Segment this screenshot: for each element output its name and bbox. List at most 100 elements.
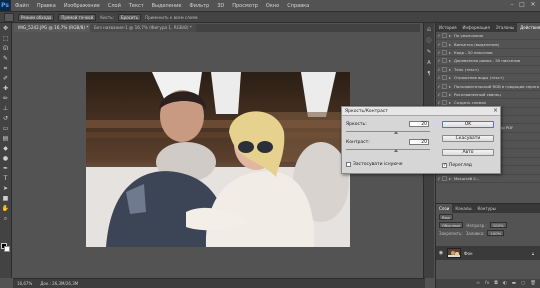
eyedropper-tool-icon[interactable]: ✐ bbox=[1, 74, 11, 83]
action-row[interactable]: ✓ ▸ Виньетка (выделение) bbox=[436, 40, 540, 49]
dialog-toggle-box[interactable] bbox=[442, 83, 447, 89]
menu-type[interactable]: Текст bbox=[125, 3, 148, 9]
action-row[interactable]: ✓ ▸ Деревянная рамка - 50 пикселов bbox=[436, 57, 540, 66]
action-row[interactable]: ✓ ▸ Расплавленный свинец bbox=[436, 91, 540, 100]
lasso-tool-icon[interactable]: ᘏ bbox=[1, 44, 11, 53]
path-select-tool-icon[interactable]: ➤ bbox=[1, 184, 11, 193]
brightness-slider-track[interactable] bbox=[346, 131, 430, 132]
menu-file[interactable]: Файл bbox=[11, 3, 33, 9]
fx-icon[interactable]: fx bbox=[485, 281, 489, 286]
dialog-toggle-box[interactable] bbox=[442, 66, 447, 72]
secondary-select[interactable]: Бросить bbox=[117, 13, 142, 21]
menu-image[interactable]: Изображение bbox=[60, 3, 104, 9]
ok-button[interactable]: OK bbox=[442, 121, 494, 128]
menu-layer[interactable]: Слой bbox=[104, 3, 125, 9]
paragraph-panel-icon[interactable]: ¶ bbox=[425, 70, 433, 78]
blend-mode-select[interactable]: Обычные bbox=[439, 222, 464, 228]
adjustment-layer-icon[interactable]: ◐ bbox=[503, 281, 507, 286]
delete-layer-icon[interactable]: 🗑︎ bbox=[530, 281, 536, 286]
history-panel-icon[interactable]: ⎌ bbox=[425, 26, 433, 34]
character-panel-icon[interactable]: A bbox=[425, 59, 433, 67]
crop-tool-icon[interactable]: ⌗ bbox=[1, 64, 11, 73]
cancel-button[interactable]: Скасувати bbox=[442, 135, 494, 142]
tab-actions[interactable]: Действия bbox=[517, 23, 540, 32]
legacy-checkbox[interactable] bbox=[346, 162, 351, 167]
tab-swatches[interactable]: Эталоны bbox=[493, 23, 517, 32]
dialog-title-bar[interactable]: Яркость/Контраст × bbox=[342, 107, 500, 116]
menu-help[interactable]: Справка bbox=[283, 3, 313, 9]
tab-channels[interactable]: Каналы bbox=[452, 204, 474, 213]
blur-tool-icon[interactable]: ◆ bbox=[1, 144, 11, 153]
preview-checkbox[interactable]: ✓ bbox=[442, 163, 447, 168]
dialog-toggle-box[interactable] bbox=[442, 41, 447, 47]
hand-tool-icon[interactable]: ✋ bbox=[1, 204, 11, 213]
close-icon[interactable]: × bbox=[493, 107, 498, 115]
document-tab[interactable]: IMG_5242.JPG @ 16,7% (RGB/8) * bbox=[14, 24, 93, 32]
action-row[interactable]: ✓ ▸ Отражение воды (текст) bbox=[436, 74, 540, 83]
dodge-tool-icon[interactable]: ● bbox=[1, 154, 11, 163]
link-layers-icon[interactable]: ∞ bbox=[476, 281, 480, 286]
action-row[interactable]: ✓ ▸ Пользовательский RGB в градации серого bbox=[436, 82, 540, 91]
zoom-level[interactable]: 16,67% bbox=[17, 281, 32, 286]
pen-tool-icon[interactable]: ✒ bbox=[1, 164, 11, 173]
action-row[interactable]: ✓ ▸ Тень (текст) bbox=[436, 66, 540, 74]
brush-panel-icon[interactable]: ✎ bbox=[425, 48, 433, 56]
new-layer-icon[interactable]: ▢ bbox=[521, 281, 525, 286]
dialog-toggle-box[interactable] bbox=[442, 175, 447, 181]
add-mask-icon[interactable]: ◘ bbox=[494, 281, 498, 286]
menu-select[interactable]: Выделение bbox=[148, 3, 186, 9]
menu-edit[interactable]: Правка bbox=[33, 3, 60, 9]
type-tool-icon[interactable]: T bbox=[1, 174, 11, 183]
dialog-toggle-box[interactable] bbox=[442, 58, 447, 64]
menu-view[interactable]: Просмотр bbox=[228, 3, 262, 9]
dialog-toggle-box[interactable] bbox=[442, 75, 447, 81]
document-photo[interactable] bbox=[86, 72, 350, 247]
clone-stamp-tool-icon[interactable]: ⊥ bbox=[1, 104, 11, 113]
all-layers-checkbox[interactable]: Применить к всем слоям bbox=[145, 15, 197, 20]
action-row[interactable]: ✓ ▸ Масштаб 2... bbox=[436, 175, 540, 184]
layer-row-background[interactable]: ◉ Фон 🔒︎ bbox=[436, 246, 540, 260]
action-row[interactable]: ✓ ▸ По умолчанию bbox=[436, 32, 540, 41]
eraser-tool-icon[interactable]: ▭ bbox=[1, 124, 11, 133]
brush-tool-icon[interactable]: ✏ bbox=[1, 94, 11, 103]
auto-button[interactable]: Авто bbox=[442, 149, 494, 156]
fill-field[interactable]: 100% bbox=[487, 230, 505, 236]
contrast-input[interactable]: 20 bbox=[409, 139, 429, 145]
contrast-slider-track[interactable] bbox=[346, 149, 430, 150]
tab-paths[interactable]: Контуры bbox=[474, 204, 498, 213]
background-color-swatch[interactable] bbox=[4, 246, 10, 252]
tab-info[interactable]: Информация bbox=[460, 23, 493, 32]
brightness-input[interactable]: 20 bbox=[409, 121, 429, 127]
gradient-tool-icon[interactable]: ▤ bbox=[1, 134, 11, 143]
mode-value-select[interactable]: Прямой точкой bbox=[58, 13, 97, 21]
close-icon[interactable]: ✕ bbox=[529, 1, 537, 9]
dialog-toggle-box[interactable] bbox=[442, 100, 447, 106]
action-row[interactable]: ✓ ▸ Кадр - 50 пикселов bbox=[436, 49, 540, 58]
tool-preset-picker[interactable] bbox=[4, 12, 14, 22]
move-tool-icon[interactable]: ✥ bbox=[1, 24, 11, 33]
tab-history[interactable]: История bbox=[436, 23, 460, 32]
shape-tool-icon[interactable]: ■ bbox=[1, 194, 11, 203]
new-group-icon[interactable]: ▬ bbox=[512, 281, 516, 286]
menu-3d[interactable]: 3D bbox=[213, 3, 228, 9]
healing-tool-icon[interactable]: ✚ bbox=[1, 84, 11, 93]
dialog-toggle-box[interactable] bbox=[442, 91, 447, 97]
dialog-toggle-box[interactable] bbox=[442, 49, 447, 55]
visibility-eye-icon[interactable]: ◉ bbox=[438, 250, 444, 256]
mode-select[interactable]: Режим обхода bbox=[18, 13, 55, 21]
marquee-tool-icon[interactable]: ⬚ bbox=[1, 34, 11, 43]
quick-select-tool-icon[interactable]: ✎ bbox=[1, 54, 11, 63]
zoom-tool-icon[interactable]: ⌕ bbox=[1, 214, 11, 223]
document-tab-2[interactable]: Без названия-1 @ 16,7% (Фигура 1, RGB/8)… bbox=[90, 24, 196, 32]
history-brush-tool-icon[interactable]: ↺ bbox=[1, 114, 11, 123]
minimize-icon[interactable]: – bbox=[508, 1, 516, 9]
menu-window[interactable]: Окно bbox=[262, 3, 283, 9]
menu-filter[interactable]: Фильтр bbox=[185, 3, 213, 9]
legacy-label: Застосувати існуюче bbox=[353, 162, 403, 167]
dialog-toggle-box[interactable] bbox=[442, 33, 447, 39]
info-panel-icon[interactable]: ⓘ bbox=[425, 37, 433, 45]
tab-layers[interactable]: Слои bbox=[436, 204, 453, 213]
maximize-icon[interactable]: □ bbox=[518, 1, 526, 9]
opacity-field[interactable]: 100% bbox=[489, 222, 507, 228]
layer-kind-select[interactable]: Вид bbox=[439, 214, 453, 220]
